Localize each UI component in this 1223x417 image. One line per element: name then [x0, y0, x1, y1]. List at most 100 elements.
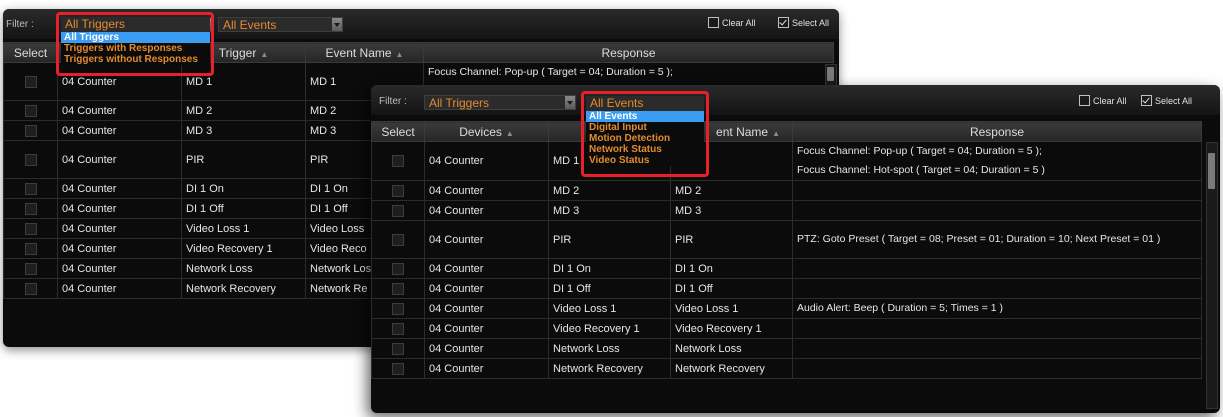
device-cell: 04 Counter — [57, 178, 182, 199]
response-cell: Focus Channel: Pop-up ( Target = 04; Dur… — [792, 141, 1202, 181]
device-cell: 04 Counter — [424, 318, 549, 339]
table-row[interactable]: 04 Counter MD 2 MD 2 — [371, 180, 1202, 201]
event-filter-select[interactable]: All Events — [218, 17, 343, 32]
device-cell: 04 Counter — [57, 198, 182, 219]
response-cell — [792, 358, 1202, 379]
row-checkbox[interactable] — [3, 198, 58, 219]
column-response[interactable]: Response — [423, 42, 834, 63]
column-select[interactable]: Select — [371, 121, 425, 142]
filter-label: Filter : — [379, 96, 407, 107]
row-checkbox[interactable] — [3, 140, 58, 179]
trigger-response-window-front: Filter : All Triggers Clear All Select A… — [371, 85, 1220, 413]
sort-arrow-icon: ▲ — [772, 128, 780, 138]
event-cell: DI 1 On — [670, 258, 793, 279]
event-cell: Network Loss — [670, 338, 793, 359]
device-cell: 04 Counter — [57, 120, 182, 141]
trigger-cell: DI 1 Off — [548, 278, 671, 299]
table-row[interactable]: 04 Counter Video Loss 1 Video Loss 1 Aud… — [371, 298, 1202, 319]
row-checkbox[interactable] — [371, 298, 425, 319]
clear-all-checkbox[interactable]: Clear All — [708, 17, 756, 28]
device-cell: 04 Counter — [424, 258, 549, 279]
table-row[interactable]: 04 Counter MD 3 MD 3 — [371, 200, 1202, 221]
table-row[interactable]: 04 Counter PIR PIR PTZ: Goto Preset ( Ta… — [371, 220, 1202, 259]
device-cell: 04 Counter — [57, 238, 182, 259]
checkbox-icon[interactable] — [1079, 95, 1090, 106]
device-cell: 04 Counter — [424, 338, 549, 359]
row-checkbox[interactable] — [371, 220, 425, 259]
table-row[interactable]: 04 Counter DI 1 Off DI 1 Off — [371, 278, 1202, 299]
row-checkbox[interactable] — [3, 120, 58, 141]
trigger-cell: DI 1 On — [548, 258, 671, 279]
row-checkbox[interactable] — [371, 278, 425, 299]
select-all-checkbox[interactable]: Select All — [778, 17, 829, 28]
device-cell: 04 Counter — [424, 180, 549, 201]
sort-arrow-icon: ▲ — [505, 128, 514, 138]
response-cell: Audio Alert: Beep ( Duration = 5; Times … — [792, 298, 1202, 319]
column-response[interactable]: Response — [792, 121, 1202, 142]
checkbox-icon[interactable] — [708, 17, 719, 28]
trigger-filter-select[interactable]: All Triggers — [424, 95, 576, 110]
trigger-cell: MD 2 — [548, 180, 671, 201]
checkbox-checked-icon[interactable] — [1141, 95, 1152, 106]
select-all-checkbox[interactable]: Select All — [1141, 95, 1192, 106]
table-row[interactable]: 04 Counter DI 1 On DI 1 On — [371, 258, 1202, 279]
row-checkbox[interactable] — [3, 238, 58, 259]
trigger-cell: Video Loss 1 — [181, 218, 306, 239]
event-cell: Video Loss 1 — [670, 298, 793, 319]
response-cell — [792, 180, 1202, 201]
row-checkbox[interactable] — [371, 258, 425, 279]
chevron-down-icon[interactable] — [332, 18, 342, 31]
column-devices[interactable]: Devices ▲ — [424, 121, 549, 142]
scrollbar[interactable] — [1206, 142, 1218, 409]
response-cell — [792, 200, 1202, 221]
checkbox-checked-icon[interactable] — [778, 17, 789, 28]
trigger-cell: Network Loss — [548, 338, 671, 359]
trigger-table: Select Devices ▲ ent Name ▲ Response 04 Co… — [371, 121, 1202, 379]
row-checkbox[interactable] — [371, 180, 425, 201]
clear-all-checkbox[interactable]: Clear All — [1079, 95, 1127, 106]
response-cell: PTZ: Goto Preset ( Target = 08; Preset =… — [792, 220, 1202, 259]
row-checkbox[interactable] — [3, 278, 58, 299]
table-row[interactable]: 04 Counter MD 1 Focus Channel: Pop-up ( … — [371, 141, 1202, 181]
response-cell — [792, 318, 1202, 339]
table-row[interactable]: 04 Counter Network Recovery Network Reco… — [371, 358, 1202, 379]
response-cell — [792, 338, 1202, 359]
event-cell: PIR — [670, 220, 793, 259]
device-cell: 04 Counter — [424, 220, 549, 259]
row-checkbox[interactable] — [3, 100, 58, 121]
trigger-cell: Network Recovery — [548, 358, 671, 379]
response-cell — [792, 278, 1202, 299]
column-event-name[interactable]: Event Name ▲ — [305, 42, 424, 63]
row-checkbox[interactable] — [3, 218, 58, 239]
table-row[interactable]: 04 Counter Network Loss Network Loss — [371, 338, 1202, 359]
filter-label: Filter : — [6, 19, 34, 30]
row-checkbox[interactable] — [371, 318, 425, 339]
row-checkbox[interactable] — [3, 62, 58, 101]
scrollbar-thumb[interactable] — [1208, 153, 1215, 189]
row-checkbox[interactable] — [371, 141, 425, 181]
response-cell — [792, 258, 1202, 279]
device-cell: 04 Counter — [57, 278, 182, 299]
event-cell: DI 1 Off — [670, 278, 793, 299]
table-row[interactable]: 04 Counter Video Recovery 1 Video Recove… — [371, 318, 1202, 339]
trigger-cell: DI 1 Off — [181, 198, 306, 219]
chevron-down-icon[interactable] — [565, 96, 575, 109]
row-checkbox[interactable] — [3, 258, 58, 279]
device-cell: 04 Counter — [424, 298, 549, 319]
scrollbar-thumb[interactable] — [827, 67, 834, 81]
trigger-cell: PIR — [548, 220, 671, 259]
row-checkbox[interactable] — [371, 358, 425, 379]
trigger-cell: Network Loss — [181, 258, 306, 279]
device-cell: 04 Counter — [424, 200, 549, 221]
event-cell: Video Recovery 1 — [670, 318, 793, 339]
row-checkbox[interactable] — [371, 338, 425, 359]
row-checkbox[interactable] — [3, 178, 58, 199]
device-cell: 04 Counter — [424, 358, 549, 379]
trigger-cell: Network Recovery — [181, 278, 306, 299]
event-cell: MD 3 — [670, 200, 793, 221]
column-select[interactable]: Select — [3, 42, 58, 63]
trigger-cell: PIR — [181, 140, 306, 179]
device-cell: 04 Counter — [57, 100, 182, 121]
row-checkbox[interactable] — [371, 200, 425, 221]
highlight-box-event-dropdown — [581, 91, 709, 177]
